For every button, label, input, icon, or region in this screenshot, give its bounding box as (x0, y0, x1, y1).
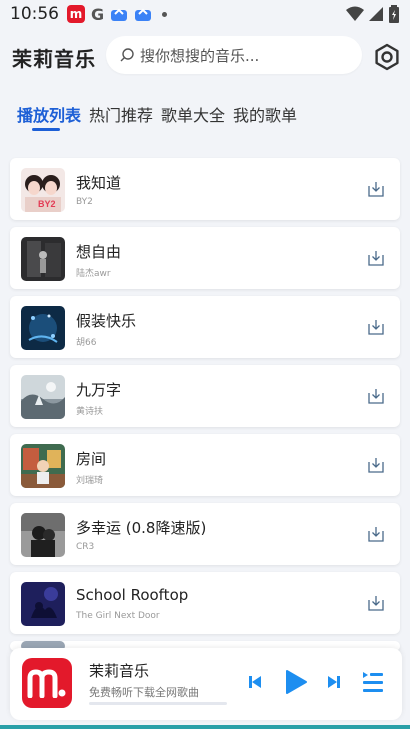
song-title: 九万字 (76, 381, 122, 399)
song-title: 假装快乐 (76, 312, 137, 330)
download-icon[interactable] (367, 456, 385, 474)
app-header: 茉莉音乐 搜你想搜的音乐... (0, 34, 410, 78)
download-icon[interactable] (367, 594, 385, 612)
google-icon: G (91, 4, 105, 24)
album-cover (21, 513, 65, 557)
player-title: 茉莉音乐 (89, 662, 150, 680)
bottom-edge (0, 725, 410, 729)
song-artist: 刘瑞琦 (76, 476, 104, 486)
song-artist: CR3 (76, 542, 95, 552)
app-logo (22, 658, 72, 708)
previous-icon[interactable] (247, 674, 263, 690)
song-item[interactable]: BY2 我知道 BY2 (10, 158, 400, 220)
player-subtitle: 免费畅听下载全网歌曲 (89, 686, 199, 699)
song-title: 我知道 (76, 174, 122, 192)
search-input[interactable]: 搜你想搜的音乐... (106, 36, 362, 74)
song-item[interactable]: 假装快乐 胡66 (10, 296, 400, 358)
download-icon[interactable] (367, 180, 385, 198)
song-artist: 陆杰awr (76, 269, 111, 279)
settings-icon[interactable] (373, 43, 401, 71)
song-artist: 黄诗扶 (76, 407, 104, 417)
next-icon[interactable] (326, 674, 342, 690)
cloud-icon (135, 8, 152, 21)
signal-icon (369, 7, 383, 21)
app-title: 茉莉音乐 (12, 47, 96, 71)
song-artist: The Girl Next Door (76, 611, 160, 621)
album-cover (21, 375, 65, 419)
battery-icon (389, 5, 399, 23)
tab-my-playlists[interactable]: 我的歌单 (233, 102, 297, 126)
album-cover (21, 444, 65, 488)
tab-hot-recommendations[interactable]: 热门推荐 (89, 102, 153, 126)
system-icons (346, 5, 400, 23)
album-cover (21, 306, 65, 350)
song-item[interactable]: 想自由 陆杰awr (10, 227, 400, 289)
play-icon[interactable] (282, 669, 308, 695)
song-item[interactable]: 多幸运 (0.8降速版) CR3 (10, 503, 400, 565)
song-artist: 胡66 (76, 338, 97, 348)
category-tabs: 播放列表 热门推荐 歌单大全 我的歌单 (0, 102, 410, 136)
playlist-icon[interactable] (362, 670, 384, 694)
cloud-icon (111, 8, 128, 21)
more-notifications-icon (162, 11, 168, 17)
status-bar: 10:56 m G (0, 0, 410, 28)
song-title: 多幸运 (0.8降速版) (76, 519, 207, 537)
tab-playlist[interactable]: 播放列表 (17, 102, 81, 126)
tab-all-playlists[interactable]: 歌单大全 (161, 102, 225, 126)
search-icon (120, 48, 134, 62)
status-time: 10:56 (10, 4, 59, 24)
album-cover (21, 237, 65, 281)
song-title: School Rooftop (76, 586, 189, 604)
download-icon[interactable] (367, 525, 385, 543)
album-cover: BY2 (21, 168, 65, 212)
song-artist: BY2 (76, 197, 93, 207)
song-title: 房间 (76, 450, 107, 468)
song-item[interactable]: 房间 刘瑞琦 (10, 434, 400, 496)
song-title: 想自由 (76, 243, 122, 261)
mi-music-icon: m (67, 5, 85, 23)
progress-bar[interactable] (89, 702, 227, 705)
download-icon[interactable] (367, 318, 385, 336)
cover-label: BY2 (38, 199, 56, 209)
song-item[interactable]: School Rooftop The Girl Next Door (10, 572, 400, 634)
mini-player[interactable]: 茉莉音乐 免费畅听下载全网歌曲 (10, 648, 402, 720)
active-tab-indicator (32, 128, 60, 131)
search-placeholder: 搜你想搜的音乐... (140, 46, 260, 65)
song-item[interactable]: 九万字 黄诗扶 (10, 365, 400, 427)
download-icon[interactable] (367, 249, 385, 267)
notification-icons: m G (67, 4, 168, 24)
download-icon[interactable] (367, 387, 385, 405)
album-cover (21, 582, 65, 626)
wifi-icon (346, 6, 364, 21)
